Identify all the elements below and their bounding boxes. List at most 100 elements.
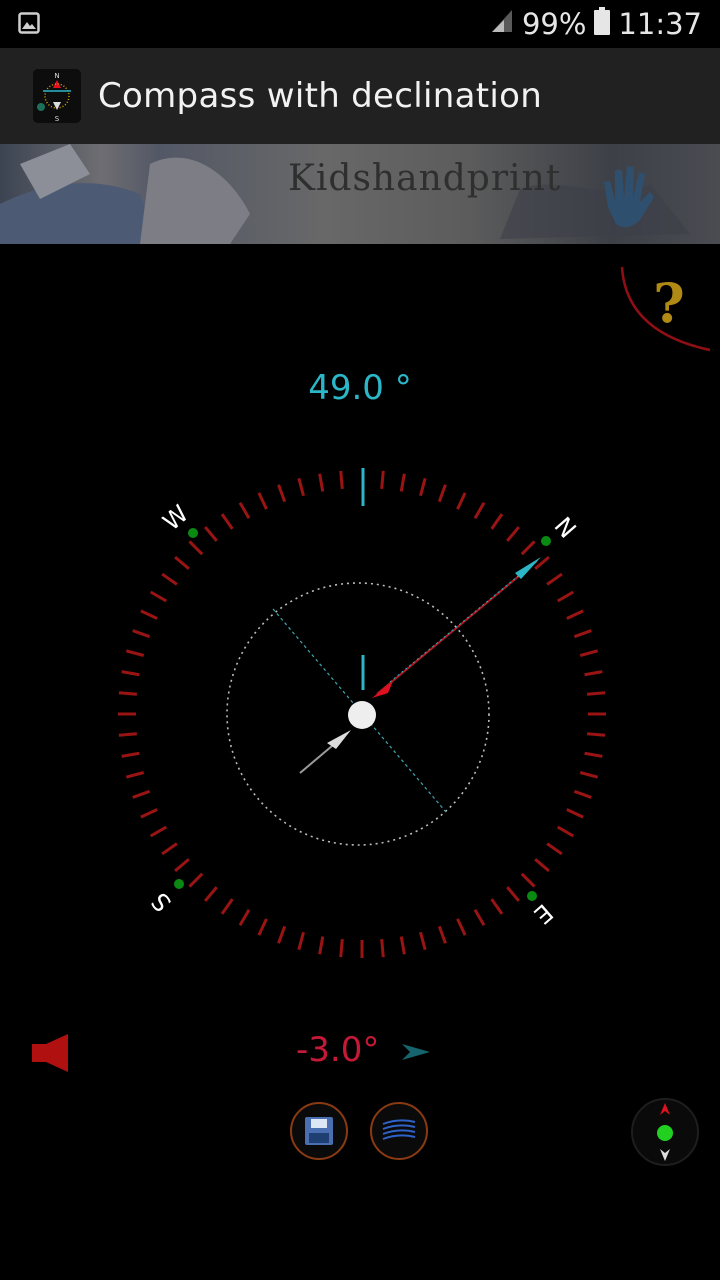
dial-tick (419, 477, 427, 497)
dial-tick (456, 918, 467, 936)
dial-tick (380, 470, 385, 489)
needle-line-north (376, 560, 538, 695)
dial-tick (490, 898, 504, 915)
dial-tick (473, 501, 486, 520)
west-dot (188, 528, 198, 538)
declination-value: -3.0° (296, 1030, 380, 1070)
dial-tick (546, 572, 563, 586)
save-icon (305, 1117, 333, 1145)
dial-tick (257, 918, 268, 936)
cardinal-w: W (158, 500, 194, 537)
dial-tick (584, 751, 603, 758)
dial-tick (587, 691, 606, 696)
dial-tick (399, 936, 406, 955)
help-icon: ? (653, 271, 685, 335)
layers-icon (382, 1119, 416, 1140)
dial-tick (473, 908, 486, 927)
dial-tick (277, 484, 287, 503)
cardinal-s: S (146, 887, 177, 917)
dial-tick (132, 629, 151, 639)
dial-tick (437, 925, 447, 944)
heading-readout: 49.0 ° (308, 368, 412, 408)
battery-percent: 99% (521, 7, 587, 41)
dial-tick (318, 936, 325, 955)
signal-icon (490, 7, 514, 41)
dial-tick (399, 473, 406, 492)
dial-tick (132, 789, 151, 799)
east-dot (527, 891, 537, 901)
dial-tick (584, 670, 603, 677)
dial-tick (556, 825, 575, 838)
dial-tick (566, 808, 584, 819)
cardinal-e: E (528, 898, 558, 929)
sound-toggle-button[interactable] (30, 1034, 72, 1072)
dial-tick (174, 858, 190, 872)
layers-button[interactable] (370, 1102, 428, 1160)
speaker-icon (32, 1034, 68, 1072)
app-title: Compass with declination (98, 76, 543, 116)
dial-tick (121, 670, 140, 677)
dial-tick (140, 808, 158, 819)
dial-tick (140, 609, 158, 620)
ad-banner[interactable]: Kidshandprint (0, 144, 720, 244)
dial-tick (579, 649, 599, 657)
dial-tick (380, 939, 385, 958)
dial-tick (149, 825, 168, 838)
dial-tick (573, 789, 592, 799)
compass-app-icon[interactable]: N S (33, 69, 81, 123)
dial-tick (573, 629, 592, 639)
dial-tick (339, 939, 344, 958)
dial-tick (520, 872, 536, 888)
dial-tick (277, 925, 287, 944)
dial-tick (220, 513, 234, 530)
dial-tick (118, 732, 137, 737)
dial-tick (121, 751, 140, 758)
status-bar: 99% 11:37 (0, 0, 720, 48)
hand-icon (598, 162, 658, 236)
north-dot (541, 536, 551, 546)
mini-compass-button[interactable] (630, 1097, 700, 1167)
dial-tick (188, 872, 204, 888)
mini-compass-icon (631, 1098, 699, 1166)
teal-arrow-icon (402, 1044, 430, 1060)
save-button[interactable] (290, 1102, 348, 1160)
dial-tick (149, 590, 168, 603)
dial-tick (318, 473, 325, 492)
dial-tick (238, 501, 251, 520)
dial-tick (125, 771, 145, 779)
app-bar: N S Compass with declination (0, 48, 720, 144)
clock: 11:37 (618, 7, 702, 41)
dial-tick (174, 556, 190, 570)
help-button[interactable]: ? (612, 262, 716, 358)
dial-tick (587, 732, 606, 737)
dial-tick (506, 886, 520, 902)
dial-tick (534, 858, 550, 872)
dial-tick (534, 556, 550, 570)
dial-tick (546, 842, 563, 856)
dial-tick (520, 540, 536, 556)
image-notification-icon (18, 12, 40, 38)
south-dot (174, 879, 184, 889)
dial-tick (125, 649, 145, 657)
dial-tick (118, 691, 137, 696)
dial-tick (161, 842, 178, 856)
dial-tick (297, 477, 305, 497)
dial-tick (339, 470, 344, 489)
dial-tick (188, 540, 204, 556)
compass-dial[interactable]: N E S W (0, 440, 720, 1000)
dial-tick (556, 590, 575, 603)
battery-icon (594, 6, 611, 42)
dial-tick (220, 898, 234, 915)
dial-tick (566, 609, 584, 620)
dial-tick (238, 908, 251, 927)
dial-tick (419, 931, 427, 951)
dial-tick (297, 931, 305, 951)
dial-tick (506, 526, 520, 542)
dial-tick (490, 513, 504, 530)
needle-pivot (348, 701, 376, 729)
banner-text: Kidshandprint (288, 158, 562, 199)
declination-arrow-button[interactable] (400, 1042, 432, 1062)
dial-tick (437, 484, 447, 503)
dial-tick (204, 886, 218, 902)
svg-text:S: S (55, 115, 60, 123)
